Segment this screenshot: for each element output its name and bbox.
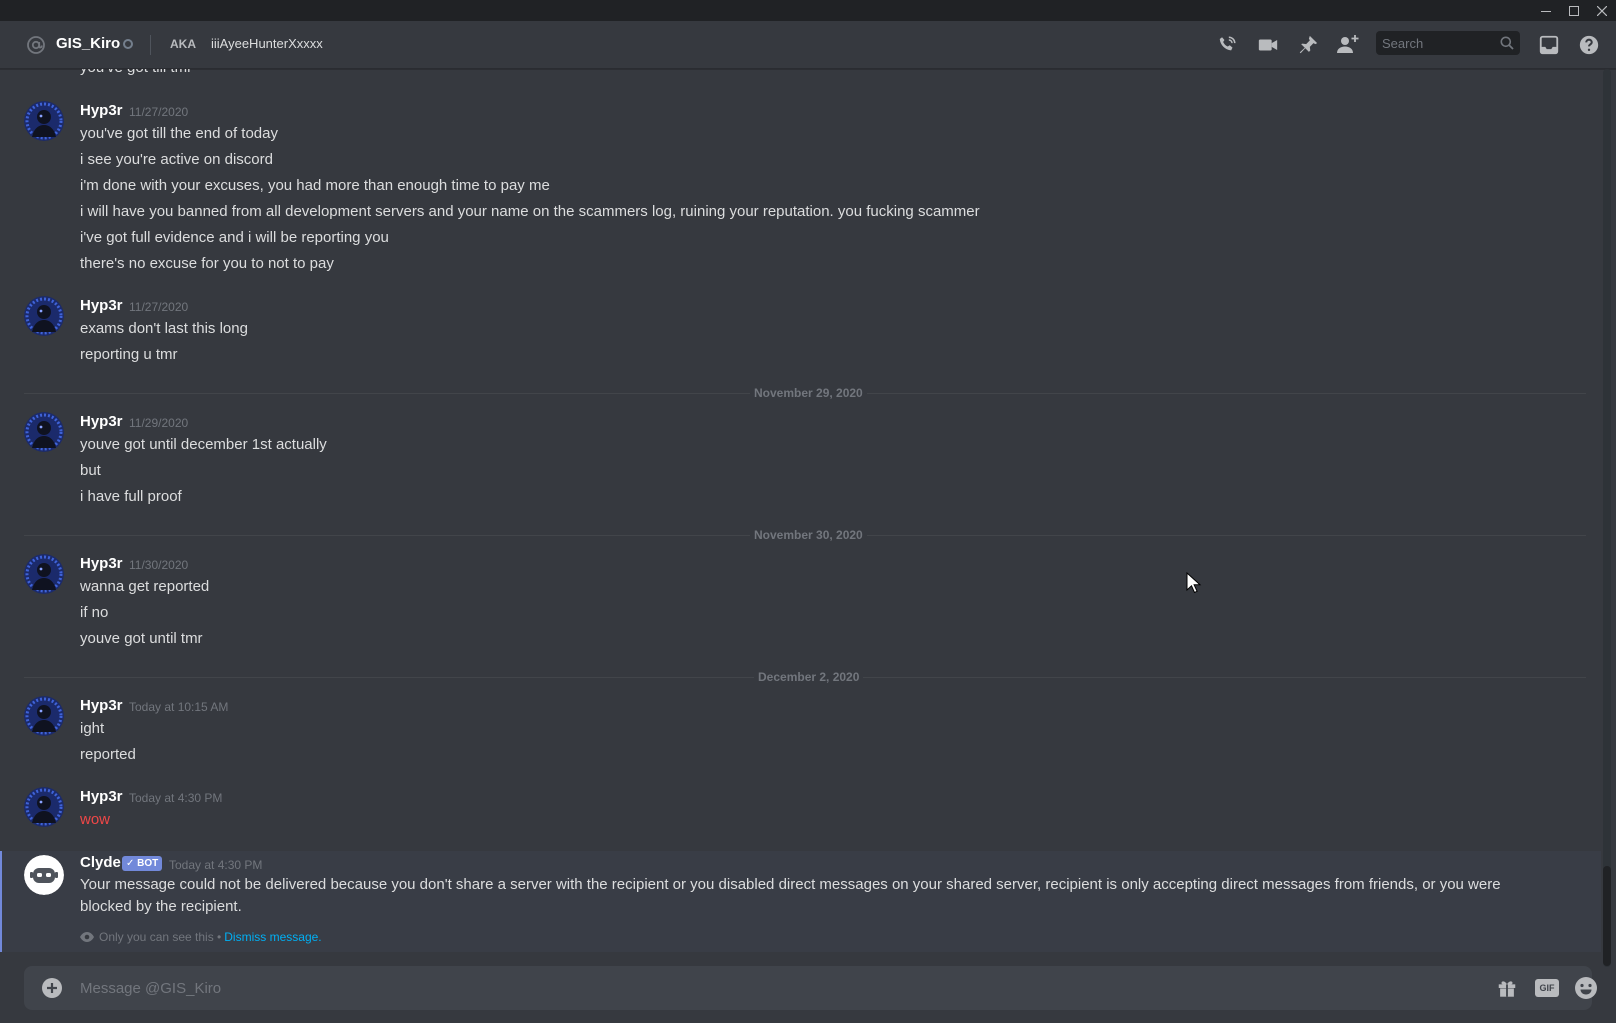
date-divider-label: November 30, 2020 <box>750 528 867 542</box>
clyde-avatar[interactable] <box>24 855 64 895</box>
inbox-icon[interactable] <box>1537 33 1561 57</box>
message-text: youve got until tmr <box>80 630 203 647</box>
message-timestamp: Today at 4:30 PM <box>129 791 223 805</box>
message-author[interactable]: Hyp3r <box>80 296 123 316</box>
aka-nickname: iiiAyeeHunterXxxxx <box>211 36 323 51</box>
message-text: ight <box>80 720 105 737</box>
pin-icon[interactable] <box>1296 33 1320 57</box>
dismiss-link[interactable]: Dismiss message. <box>224 929 321 945</box>
message-text: i will have you banned from all developm… <box>80 203 980 220</box>
help-icon[interactable] <box>1577 33 1601 57</box>
message-list[interactable]: you've got till tmr Hyp3r 11/27/2020 you… <box>0 69 1601 951</box>
message-composer: GIF <box>24 966 1597 1010</box>
message-text: but <box>80 462 101 479</box>
avatar[interactable] <box>24 412 64 452</box>
message-author[interactable]: Hyp3r <box>80 101 123 121</box>
message-text: reported <box>80 746 136 763</box>
search-icon <box>1500 36 1514 50</box>
scrollbar-thumb[interactable] <box>1603 866 1611 966</box>
message-text: there's no excuse for you to not to pay <box>80 255 334 272</box>
bot-tag: ✓ BOT <box>122 856 163 871</box>
only-you-label: Only you can see this • <box>99 930 222 944</box>
message-timestamp: Today at 4:30 PM <box>169 858 263 872</box>
minimize-icon[interactable] <box>1533 0 1559 21</box>
clyde-text: Your message could not be delivered beca… <box>80 876 1501 915</box>
avatar[interactable] <box>24 554 64 594</box>
message-timestamp: 11/27/2020 <box>129 105 189 119</box>
message-text-failed: wow <box>80 811 111 828</box>
avatar[interactable] <box>24 101 64 141</box>
dm-username[interactable]: GIS_Kiro <box>56 34 120 54</box>
add-friend-icon[interactable] <box>1336 33 1360 57</box>
video-icon[interactable] <box>1256 33 1280 57</box>
maximize-icon[interactable] <box>1561 0 1587 21</box>
emoji-icon[interactable] <box>1574 976 1598 1000</box>
message-timestamp: 11/29/2020 <box>129 416 189 430</box>
message-text: you've got till the end of today <box>80 125 278 142</box>
search-box[interactable] <box>1376 31 1520 55</box>
close-icon[interactable] <box>1589 0 1615 21</box>
message-timestamp: 11/27/2020 <box>129 300 189 314</box>
at-icon <box>26 35 46 55</box>
message-text: i see you're active on discord <box>80 151 273 168</box>
date-divider-label: December 2, 2020 <box>754 670 864 684</box>
date-divider-label: November 29, 2020 <box>750 386 867 400</box>
clyde-author[interactable]: Clyde <box>80 853 121 873</box>
scrollbar-track[interactable] <box>1603 69 1611 967</box>
aka-label: AKA <box>170 37 196 51</box>
header-divider <box>150 35 151 55</box>
gif-label: GIF <box>1539 983 1555 993</box>
message-author[interactable]: Hyp3r <box>80 412 123 432</box>
message-text: youve got until december 1st actually <box>80 436 327 453</box>
channel-header: GIS_Kiro AKA iiiAyeeHunterXxxxx <box>0 21 1616 69</box>
message-text: if no <box>80 604 109 621</box>
avatar[interactable] <box>24 296 64 336</box>
search-input[interactable] <box>1382 31 1492 55</box>
message-author[interactable]: Hyp3r <box>80 787 123 807</box>
message-text: i've got full evidence and i will be rep… <box>80 229 389 246</box>
message-text: reporting u tmr <box>80 346 178 363</box>
discord-window: GIS_Kiro AKA iiiAyeeHunterXxxxx Search H… <box>0 0 1616 1023</box>
window-titlebar <box>0 0 1616 21</box>
message-author[interactable]: Hyp3r <box>80 554 123 574</box>
message-text: exams don't last this long <box>80 320 248 337</box>
message-timestamp: 11/30/2020 <box>129 558 189 572</box>
avatar[interactable] <box>24 787 64 827</box>
status-offline-icon <box>123 39 133 49</box>
call-icon[interactable] <box>1215 33 1239 57</box>
message-input[interactable] <box>80 966 1460 1010</box>
add-attachment-icon[interactable] <box>40 976 64 1000</box>
mouse-cursor-icon <box>1186 571 1202 599</box>
avatar[interactable] <box>24 696 64 736</box>
message-author[interactable]: Hyp3r <box>80 696 123 716</box>
message-timestamp: Today at 10:15 AM <box>129 700 229 714</box>
gif-icon[interactable]: GIF <box>1535 976 1559 1000</box>
message-text: i have full proof <box>80 488 182 505</box>
eye-icon <box>80 932 94 942</box>
gift-icon[interactable] <box>1495 976 1519 1000</box>
message-text: wanna get reported <box>80 578 210 595</box>
message-text: i'm done with your excuses, you had more… <box>80 177 550 194</box>
cutoff-message: you've got till tmr <box>80 69 192 79</box>
ephemeral-notice: Only you can see this • Dismiss message. <box>80 929 322 945</box>
